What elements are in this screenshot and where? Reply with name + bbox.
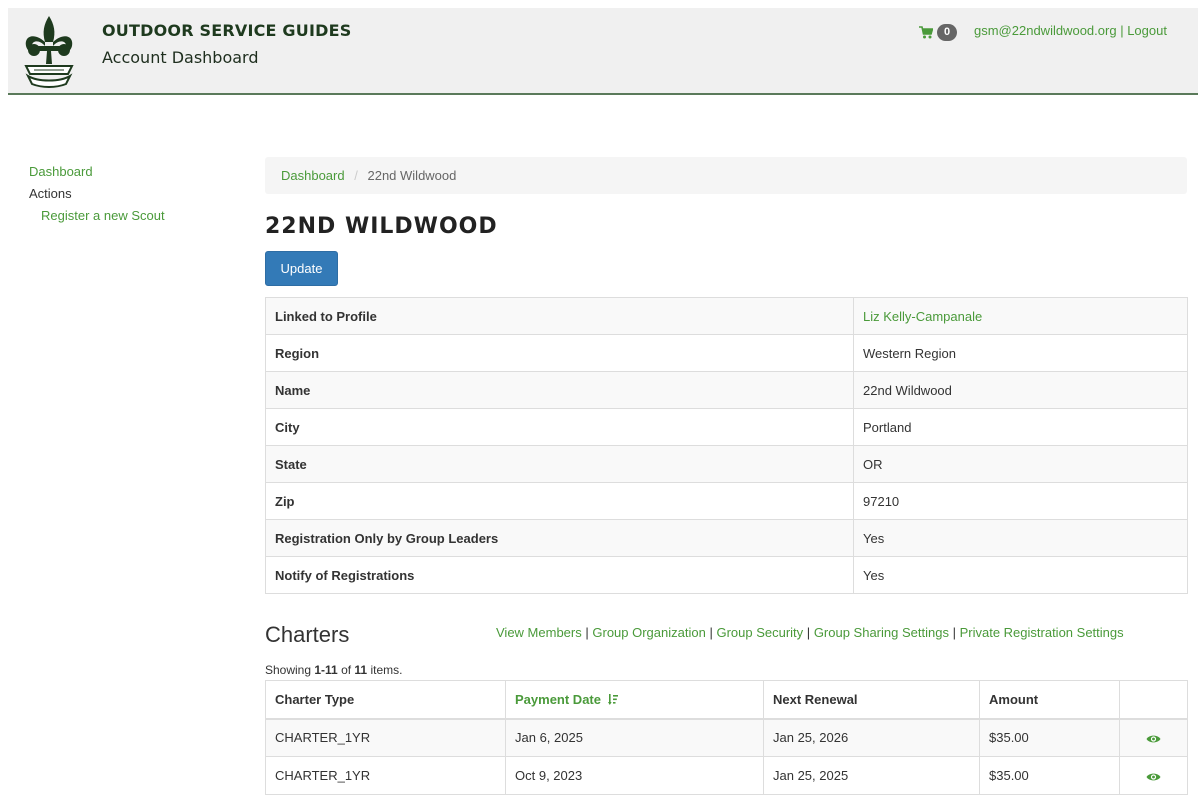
logout-link[interactable]: Logout: [1127, 23, 1167, 38]
user-email-link[interactable]: gsm@22ndwildwood.org: [974, 23, 1117, 38]
separator: |: [709, 625, 713, 640]
detail-label: State: [265, 445, 854, 483]
table-row: CHARTER_1YR Jan 6, 2025 Jan 25, 2026 $35.00: [265, 718, 1188, 757]
cell-charter-type: CHARTER_1YR: [265, 718, 506, 757]
cart-count-badge: 0: [937, 24, 957, 41]
fleur-de-lis-logo[interactable]: [20, 12, 78, 88]
breadcrumb-separator: /: [354, 168, 358, 183]
cell-next-renewal: Jan 25, 2026: [763, 718, 980, 757]
breadcrumb: Dashboard / 22nd Wildwood: [265, 157, 1187, 194]
cart-icon: [919, 26, 933, 39]
detail-label: Region: [265, 334, 854, 372]
separator: |: [952, 625, 956, 640]
cell-actions: [1119, 718, 1188, 757]
cell-actions: [1119, 756, 1188, 795]
private-registration-settings-link[interactable]: Private Registration Settings: [960, 625, 1124, 640]
cell-charter-type: CHARTER_1YR: [265, 756, 506, 795]
column-header-payment-date[interactable]: Payment Date: [505, 680, 764, 720]
detail-label: Linked to Profile: [265, 297, 854, 335]
page-title: 22ND WILDWOOD: [265, 214, 498, 239]
column-header-actions: [1119, 680, 1188, 720]
group-sharing-settings-link[interactable]: Group Sharing Settings: [814, 625, 949, 640]
cell-amount: $35.00: [979, 718, 1120, 757]
sidebar-item-register-scout[interactable]: Register a new Scout: [41, 208, 165, 223]
view-members-link[interactable]: View Members: [496, 625, 582, 640]
table-row: Notify of Registrations Yes: [265, 556, 1188, 594]
view-charter-button[interactable]: [1146, 730, 1161, 745]
detail-value: Liz Kelly-Campanale: [853, 297, 1188, 335]
cart-button[interactable]: 0: [919, 24, 957, 41]
cell-next-renewal: Jan 25, 2025: [763, 756, 980, 795]
detail-label: City: [265, 408, 854, 446]
group-organization-link[interactable]: Group Organization: [592, 625, 705, 640]
charters-heading: Charters: [265, 622, 350, 647]
cell-payment-date: Jan 6, 2025: [505, 718, 764, 757]
sort-payment-date-link[interactable]: Payment Date: [515, 692, 601, 707]
detail-label: Registration Only by Group Leaders: [265, 519, 854, 557]
detail-value: OR: [853, 445, 1188, 483]
group-details-table: Linked to Profile Liz Kelly-Campanale Regi…: [265, 297, 1188, 594]
eye-icon: [1146, 773, 1161, 780]
linked-profile-link[interactable]: Liz Kelly-Campanale: [863, 309, 982, 324]
breadcrumb-current: 22nd Wildwood: [367, 168, 457, 183]
detail-value: 22nd Wildwood: [853, 371, 1188, 409]
charters-table: Charter Type Payment Date Next Renewal A…: [265, 680, 1188, 795]
brand-title: OUTDOOR SERVICE GUIDES: [102, 21, 352, 40]
detail-value: Western Region: [853, 334, 1188, 372]
table-row: Registration Only by Group Leaders Yes: [265, 519, 1188, 557]
detail-label: Name: [265, 371, 854, 409]
eye-icon: [1146, 735, 1161, 743]
detail-value: 97210: [853, 482, 1188, 520]
table-row: State OR: [265, 445, 1188, 483]
detail-label: Notify of Registrations: [265, 556, 854, 594]
breadcrumb-dashboard-link[interactable]: Dashboard: [281, 168, 345, 183]
sidebar-actions-heading: Actions: [29, 186, 72, 201]
column-header-charter-type: Charter Type: [265, 680, 506, 720]
detail-label: Zip: [265, 482, 854, 520]
sidebar: Dashboard Actions Register a new Scout: [29, 161, 165, 227]
sort-amount-desc-icon: [607, 694, 618, 706]
sidebar-item-dashboard[interactable]: Dashboard: [29, 164, 93, 179]
table-row: CHARTER_1YR Oct 9, 2023 Jan 25, 2025 $35.00: [265, 756, 1188, 795]
table-row: Zip 97210: [265, 482, 1188, 520]
table-row: Linked to Profile Liz Kelly-Campanale: [265, 297, 1188, 335]
page-subtitle: Account Dashboard: [102, 48, 259, 67]
detail-value: Portland: [853, 408, 1188, 446]
table-row: City Portland: [265, 408, 1188, 446]
update-button[interactable]: Update: [265, 251, 338, 286]
detail-value: Yes: [853, 519, 1188, 557]
table-row: Name 22nd Wildwood: [265, 371, 1188, 409]
cell-amount: $35.00: [979, 756, 1120, 795]
separator: |: [1120, 23, 1124, 38]
user-menu: gsm@22ndwildwood.org | Logout: [974, 23, 1167, 38]
cell-payment-date: Oct 9, 2023: [505, 756, 764, 795]
pagination-summary: Showing 1-11 of 11 items.: [265, 663, 403, 677]
detail-value: Yes: [853, 556, 1188, 594]
charter-links: View Members | Group Organization | Grou…: [496, 625, 1124, 640]
column-header-next-renewal: Next Renewal: [763, 680, 980, 720]
group-security-link[interactable]: Group Security: [716, 625, 803, 640]
view-charter-button[interactable]: [1146, 768, 1161, 783]
table-header-row: Charter Type Payment Date Next Renewal A…: [265, 680, 1188, 720]
table-row: Region Western Region: [265, 334, 1188, 372]
separator: |: [585, 625, 589, 640]
site-header: OUTDOOR SERVICE GUIDES Account Dashboard…: [8, 8, 1198, 95]
column-header-amount: Amount: [979, 680, 1120, 720]
separator: |: [806, 625, 811, 640]
